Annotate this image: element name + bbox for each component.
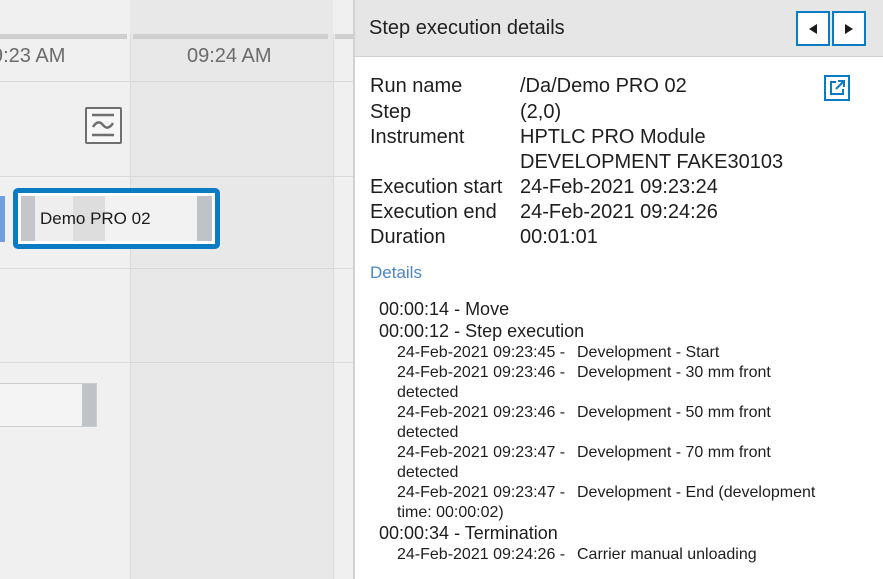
info-key: Instrument [370,126,465,148]
run-block-selected[interactable]: Demo PRO 02 [13,188,220,249]
info-value: DEVELOPMENT FAKE30103 [520,151,784,173]
row-divider [0,362,353,363]
log-timestamp: 24-Feb-2021 09:24:26 - [397,546,566,563]
panel-header: Step execution details [355,0,883,57]
details-link[interactable]: Details [370,263,422,283]
run-block-label: Demo PRO 02 [40,209,151,228]
log-entry: 00:00:14 - Move [379,299,510,319]
log-timestamp: 24-Feb-2021 09:23:47 - [397,444,566,461]
timeline-view: 9:23 AM 09:24 AM Demo PRO 02 [0,0,353,579]
row-divider [0,268,353,269]
triangle-right-icon [845,23,853,34]
time-label: 9:23 AM [0,45,66,67]
no-connection-icon [85,107,122,144]
block-segment [21,196,35,241]
step-block[interactable] [0,383,97,427]
log-sub-entry: 24-Feb-2021 09:23:47 - Development - 70 … [397,444,771,481]
row-divider [0,176,353,177]
timeline-header-bar [133,34,328,39]
log-sub-entry: 24-Feb-2021 09:24:26 - Carrier manual un… [397,546,757,564]
step-block-end [82,384,96,426]
open-external-icon[interactable] [824,75,850,101]
log-message-cont: detected [397,464,459,481]
log-timestamp: 24-Feb-2021 09:23:47 - [397,484,566,501]
log-message: Development - 70 mm front [577,444,771,461]
row-divider [0,81,353,82]
log-sub-entry: 24-Feb-2021 09:23:46 - Development - 50 … [397,404,771,441]
info-value: 24-Feb-2021 09:23:24 [520,176,718,198]
log-message: Carrier manual unloading [577,546,757,563]
timeline-header-bar [335,34,353,39]
previous-step-block[interactable] [0,196,5,242]
info-value: /Da/Demo PRO 02 [520,75,687,97]
info-key: Execution end [370,201,497,223]
info-key: Duration [370,226,446,248]
triangle-left-icon [809,23,817,34]
timeline-header-bar [0,34,127,39]
log-message: Development - Start [577,344,720,361]
timeline-column-shade [130,0,333,579]
info-value: HPTLC PRO Module [520,126,706,148]
log-entry: 00:00:12 - Step execution [379,321,585,341]
previous-button[interactable] [796,11,830,46]
block-segment [197,196,212,241]
info-value: 24-Feb-2021 09:24:26 [520,201,718,223]
log-timestamp: 24-Feb-2021 09:23:46 - [397,364,566,381]
log-message-cont: detected [397,384,459,401]
step-details-panel: Step execution details Run name /Da/Demo… [353,0,883,579]
time-label: 09:24 AM [187,45,272,67]
next-button[interactable] [832,11,866,46]
info-value: 00:01:01 [520,226,598,248]
log-sub-entry: 24-Feb-2021 09:23:46 - Development - 30 … [397,364,771,401]
info-key: Run name [370,75,463,97]
log-message-cont: time: 00:00:02) [397,504,504,521]
time-gridline [130,34,131,579]
info-value: (2,0) [520,101,562,123]
panel-title: Step execution details [369,17,565,39]
info-key: Step [370,101,412,123]
log-message-cont: detected [397,424,459,441]
log-entry: 00:00:34 - Termination [379,523,558,543]
log-timestamp: 24-Feb-2021 09:23:46 - [397,404,566,421]
log-sub-entry: 24-Feb-2021 09:23:47 - Development - End… [397,484,815,521]
log-timestamp: 24-Feb-2021 09:23:45 - [397,344,566,361]
log-message: Development - 30 mm front [577,364,771,381]
log-sub-entry: 24-Feb-2021 09:23:45 - Development - Sta… [397,344,719,362]
log-message: Development - 50 mm front [577,404,771,421]
log-message: Development - End (development [577,484,816,501]
info-key: Execution start [370,176,503,198]
time-gridline [333,34,334,579]
